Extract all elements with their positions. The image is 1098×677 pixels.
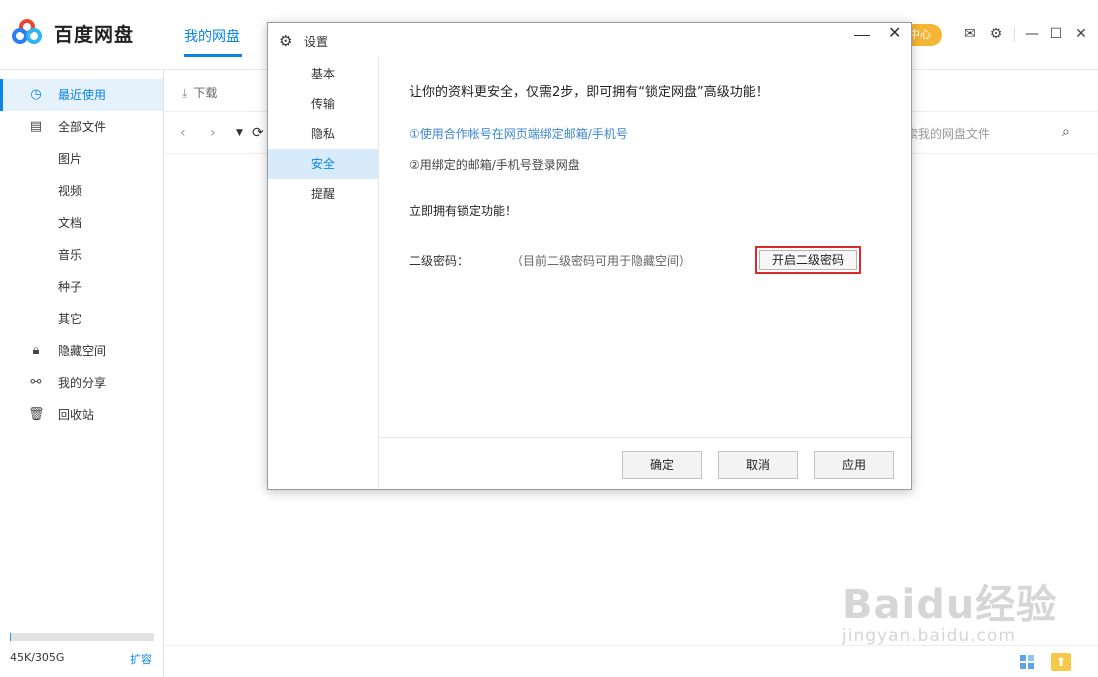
sidebar-item-other[interactable]: 其它 [0,303,163,335]
settings-nav-basic[interactable]: 基本 [268,59,378,89]
dialog-footer: 确定 取消 应用 [379,437,911,489]
sidebar-item-label: 文档 [58,216,83,230]
cancel-button[interactable]: 取消 [718,451,798,479]
forward-arrow-icon[interactable]: › [210,125,216,141]
ok-button[interactable]: 确定 [622,451,702,479]
storage-quota-bar [10,633,154,641]
sidebar-item-recycle-bin[interactable]: 🗑︎ 回收站 [0,399,163,431]
document-icon: ▤ [29,119,43,134]
gear-icon: ⚙ [279,32,293,50]
baidu-jingyan-watermark: Baidu经验 jingyan.baidu.com [842,572,1057,646]
app-grid-icon[interactable] [1020,655,1036,671]
search-input[interactable]: 索我的网盘文件 [906,125,990,142]
active-tab-indicator [184,54,242,57]
sidebar-item-label: 全部文件 [58,120,107,134]
enable-secondary-password-highlight: 开启二级密码 [755,246,861,274]
download-label: 下载 [193,86,218,100]
sidebar: ◷ 最近使用 ▤ 全部文件 图片 视频 文档 音乐 种子 其它 🔒︎ 隐藏空间 … [0,70,164,677]
settings-nav-transfer[interactable]: 传输 [268,89,378,119]
sidebar-item-label: 音乐 [58,248,83,262]
upload-transfer-icon[interactable]: ⬆ [1051,653,1071,671]
apply-button[interactable]: 应用 [814,451,894,479]
dialog-minimize-icon[interactable] [854,24,870,36]
window-controls-divider [1014,28,1015,42]
settings-dialog: ⚙ 设置 ✕ 基本 传输 隐私 安全 提醒 让你的资料更安全，仅需2步，即可拥有… [267,22,912,490]
baidu-netdisk-logo-icon [12,18,46,48]
watermark-main: Baidu经验 [842,582,1058,628]
download-button[interactable]: ⤓ 下载 [182,84,217,101]
secondary-password-label: 二级密码： [409,254,470,268]
sidebar-item-music[interactable]: 音乐 [0,239,163,271]
mail-icon[interactable]: ✉ [962,26,978,42]
dialog-title-bar[interactable]: ⚙ 设置 ✕ [268,23,911,57]
settings-gear-icon[interactable]: ⚙ [988,26,1004,42]
app-name: 百度网盘 [54,23,135,46]
sidebar-item-label: 种子 [58,280,83,294]
maximize-icon[interactable]: ☐ [1048,26,1064,42]
sidebar-item-label: 最近使用 [58,88,107,102]
lock-icon: 🔒︎ [32,343,40,358]
search-icon[interactable]: ⌕ [1062,124,1070,140]
security-settings-panel: 让你的资料更安全，仅需2步，即可拥有“锁定网盘”高级功能！ ①使用合作帐号在网页… [379,57,911,437]
sidebar-item-videos[interactable]: 视频 [0,175,163,207]
minimize-icon[interactable]: — [1024,26,1040,42]
back-arrow-icon[interactable]: ‹ [180,125,186,141]
settings-nav-security[interactable]: 安全 [268,149,378,179]
bottom-status-bar: ⬆ [164,645,1098,677]
download-icon: ⤓ [182,86,188,100]
security-headline: 让你的资料更安全，仅需2步，即可拥有“锁定网盘”高级功能！ [409,85,769,100]
sidebar-item-label: 图片 [58,152,83,166]
dialog-title: 设置 [304,35,329,49]
settings-nav-reminders[interactable]: 提醒 [268,179,378,209]
sidebar-item-hidden-space[interactable]: 🔒︎ 隐藏空间 [0,335,163,367]
sidebar-item-label: 其它 [58,312,83,326]
sidebar-item-label: 我的分享 [58,376,107,390]
app-logo: 百度网盘 [12,18,134,48]
lock-feature-cta: 立即拥有锁定功能！ [409,204,518,218]
sidebar-item-my-shares[interactable]: ⚯ 我的分享 [0,367,163,399]
sidebar-item-label: 回收站 [58,408,95,422]
tab-my-netdisk[interactable]: 我的网盘 [184,26,240,46]
sidebar-item-label: 隐藏空间 [58,344,107,358]
clock-icon: ◷ [30,87,42,102]
sidebar-item-recent[interactable]: ◷ 最近使用 [0,79,163,111]
share-icon: ⚯ [30,375,42,390]
sidebar-item-docs[interactable]: 文档 [0,207,163,239]
secondary-password-hint: （目前二级密码可用于隐藏空间） [511,254,692,268]
close-icon[interactable]: ✕ [1073,26,1089,42]
sidebar-item-images[interactable]: 图片 [0,143,163,175]
dialog-close-icon[interactable]: ✕ [888,23,901,42]
sidebar-item-label: 视频 [58,184,83,198]
storage-quota-fill [10,633,12,641]
login-step-text: ②用绑定的邮箱/手机号登录网盘 [409,158,580,172]
trash-icon: 🗑︎ [28,407,45,422]
sidebar-item-all-files[interactable]: ▤ 全部文件 [0,111,163,143]
refresh-icon[interactable]: ⟳ [252,125,264,141]
expand-storage-link[interactable]: 扩容 [130,651,152,667]
enable-secondary-password-button[interactable]: 开启二级密码 [759,250,857,270]
history-dropdown-icon[interactable]: ▼ [236,128,243,138]
bind-account-link[interactable]: ①使用合作帐号在网页端绑定邮箱/手机号 [409,125,628,142]
storage-quota-text: 45K/305G [10,651,65,664]
sidebar-item-torrents[interactable]: 种子 [0,271,163,303]
settings-nav-privacy[interactable]: 隐私 [268,119,378,149]
settings-nav: 基本 传输 隐私 安全 提醒 [268,57,379,489]
